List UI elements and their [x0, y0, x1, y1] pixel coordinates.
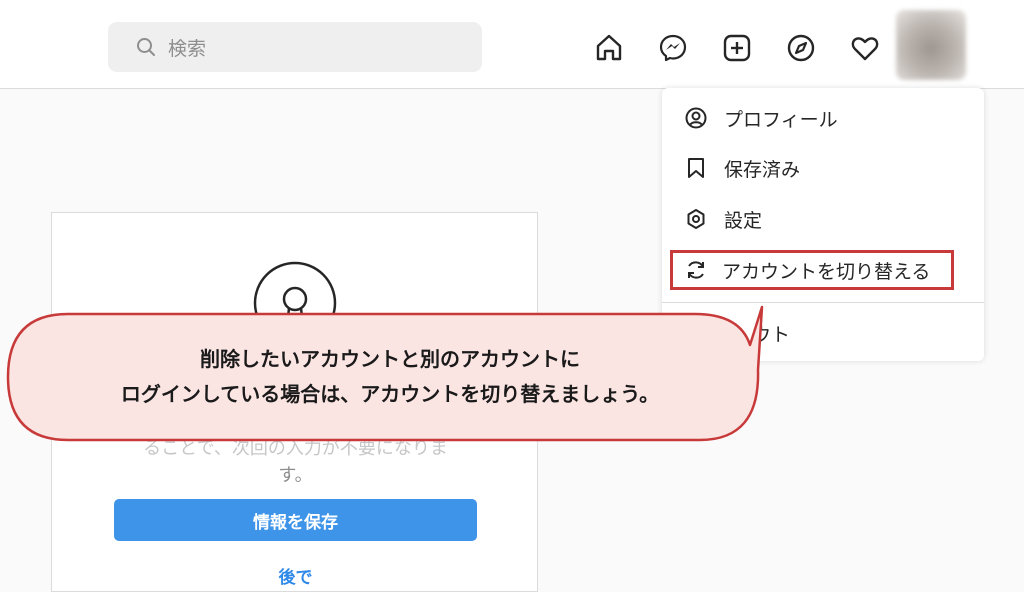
later-link[interactable]: 後で	[52, 563, 539, 588]
menu-item-logout-label[interactable]: ウト	[752, 320, 790, 347]
home-icon[interactable]	[593, 32, 625, 64]
menu-item-switch-account[interactable]: アカウントを切り替える	[670, 250, 954, 290]
callout-text: 削除したいアカウントと別のアカウントに ログインしている場合は、アカウントを切り…	[40, 342, 740, 412]
menu-item-settings[interactable]: 設定	[662, 196, 984, 242]
menu-item-profile-label: プロフィール	[724, 108, 838, 131]
top-navigation-bar: 検索	[0, 0, 1024, 89]
save-info-button[interactable]: 情報を保存	[114, 499, 477, 541]
menu-item-saved-label: 保存済み	[724, 158, 801, 181]
bookmark-icon	[684, 156, 708, 180]
menu-item-settings-label: 設定	[724, 209, 763, 232]
profile-circle-icon	[684, 106, 708, 130]
menu-item-profile[interactable]: プロフィール	[662, 95, 984, 141]
keyhole-icon	[253, 261, 337, 345]
messenger-icon[interactable]	[657, 32, 689, 64]
settings-icon	[684, 207, 708, 231]
search-input[interactable]: 検索	[108, 22, 482, 72]
profile-dropdown-menu: プロフィール 保存済み 設定 アカウントを切り替える	[662, 88, 984, 361]
switch-account-icon	[684, 258, 708, 282]
menu-divider	[662, 302, 984, 303]
search-placeholder: 検索	[168, 37, 207, 60]
menu-item-switch-account-label: アカウントを切り替える	[722, 260, 931, 283]
activity-heart-icon[interactable]	[849, 32, 881, 64]
card-description: ることで、次回の入力が不要になりま す。	[92, 435, 499, 489]
menu-item-saved[interactable]: 保存済み	[662, 145, 984, 191]
callout-line1: 削除したいアカウントと別のアカウントに	[200, 347, 580, 371]
new-post-icon[interactable]	[721, 32, 753, 64]
card-text-line1: ることで、次回の入力が不要になりま	[143, 438, 448, 459]
callout-line2: ログインしている場合は、アカウントを切り替えましょう。	[120, 382, 660, 406]
profile-avatar[interactable]	[896, 10, 966, 80]
card-text-line2: す。	[278, 465, 313, 486]
search-icon	[136, 37, 156, 57]
explore-icon[interactable]	[785, 32, 817, 64]
